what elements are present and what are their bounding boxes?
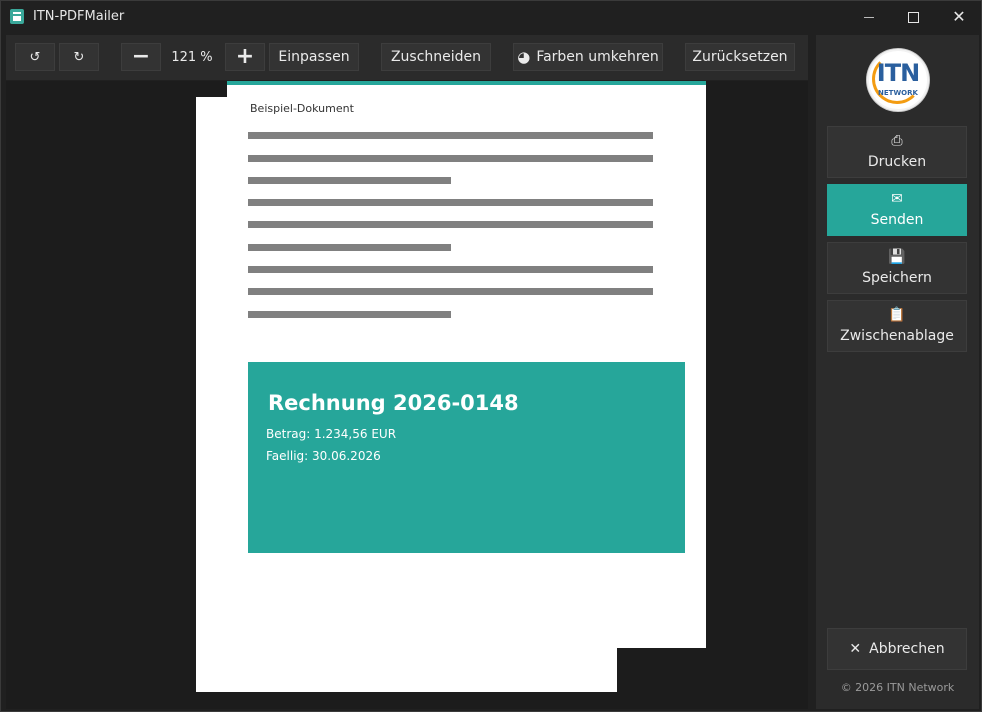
text-line: [248, 132, 653, 139]
minimize-icon: [864, 16, 874, 18]
document-viewer[interactable]: Beispiel-Dokument Rechnung 2026-0148 Bet…: [6, 81, 808, 709]
maximize-button[interactable]: [890, 1, 936, 33]
invert-colors-label: Farben umkehren: [536, 49, 659, 65]
send-button[interactable]: ✉ Senden: [827, 184, 967, 236]
rotate-right-icon: ↻: [73, 49, 85, 65]
text-line: [248, 177, 451, 184]
text-line: [248, 155, 653, 162]
invoice-due-date: Faellig: 30.06.2026: [266, 449, 381, 463]
maximize-icon: [907, 11, 919, 23]
logo-text: ITN: [876, 59, 920, 87]
toolbar: ↺ ↻ − 121 % + Einpassen Zuschneiden ◕ Fa…: [6, 35, 808, 80]
send-label: Senden: [870, 212, 924, 228]
app-icon: [10, 9, 24, 24]
crop-button[interactable]: Zuschneiden: [381, 43, 491, 71]
text-line: [248, 311, 451, 318]
clipboard-icon: 📋: [888, 307, 906, 323]
itn-logo: ITN NETWORK: [867, 49, 929, 111]
zoom-level: 121 %: [171, 49, 213, 65]
print-button[interactable]: ⎙ Drucken: [827, 126, 967, 178]
plus-icon: +: [235, 44, 255, 69]
close-icon: ✕: [952, 7, 966, 26]
close-button[interactable]: ✕: [936, 1, 982, 33]
sidebar: ITN NETWORK ⎙ Drucken ✉ Senden 💾 Speiche…: [816, 35, 979, 709]
text-line: [248, 199, 653, 206]
window-title: ITN-PDFMailer: [33, 9, 125, 24]
invoice-title: Rechnung 2026-0148: [268, 391, 519, 415]
zoom-in-button[interactable]: +: [225, 43, 265, 71]
text-line: [248, 288, 653, 295]
rotate-right-button[interactable]: ↻: [59, 43, 99, 71]
save-button[interactable]: 💾 Speichern: [827, 242, 967, 294]
close-icon: ✕: [849, 641, 862, 657]
minus-icon: −: [131, 44, 151, 69]
fit-button[interactable]: Einpassen: [269, 43, 359, 71]
title-bar: ITN-PDFMailer ✕: [1, 1, 981, 33]
invoice-box: Rechnung 2026-0148 Betrag: 1.234,56 EUR …: [248, 362, 685, 553]
invoice-amount: Betrag: 1.234,56 EUR: [266, 427, 397, 441]
print-label: Drucken: [867, 154, 927, 170]
clipboard-button[interactable]: 📋 Zwischenablage: [827, 300, 967, 352]
text-line: [248, 244, 451, 251]
app-window: ITN-PDFMailer ✕ ↺ ↻ − 121 % + Einpassen …: [0, 0, 982, 712]
document-title: Beispiel-Dokument: [250, 102, 354, 115]
zoom-out-button[interactable]: −: [121, 43, 161, 71]
rotate-left-icon: ↺: [29, 49, 41, 65]
envelope-icon: ✉: [891, 191, 903, 207]
floppy-disk-icon: 💾: [888, 249, 906, 265]
reset-button[interactable]: Zurücksetzen: [685, 43, 795, 71]
palette-icon: ◕: [517, 48, 531, 66]
cancel-label: Abbrechen: [869, 641, 945, 657]
minimize-button[interactable]: [846, 1, 892, 33]
invert-colors-button[interactable]: ◕ Farben umkehren: [513, 43, 663, 71]
copyright-footer: © 2026 ITN Network: [840, 681, 955, 694]
text-line: [248, 266, 653, 273]
clipboard-label: Zwischenablage: [840, 328, 954, 344]
save-label: Speichern: [862, 270, 932, 286]
printer-icon: ⎙: [891, 133, 903, 149]
cancel-button[interactable]: ✕ Abbrechen: [827, 628, 967, 670]
logo-subtext: NETWORK: [878, 89, 918, 97]
text-line: [248, 221, 653, 228]
rotate-left-button[interactable]: ↺: [15, 43, 55, 71]
